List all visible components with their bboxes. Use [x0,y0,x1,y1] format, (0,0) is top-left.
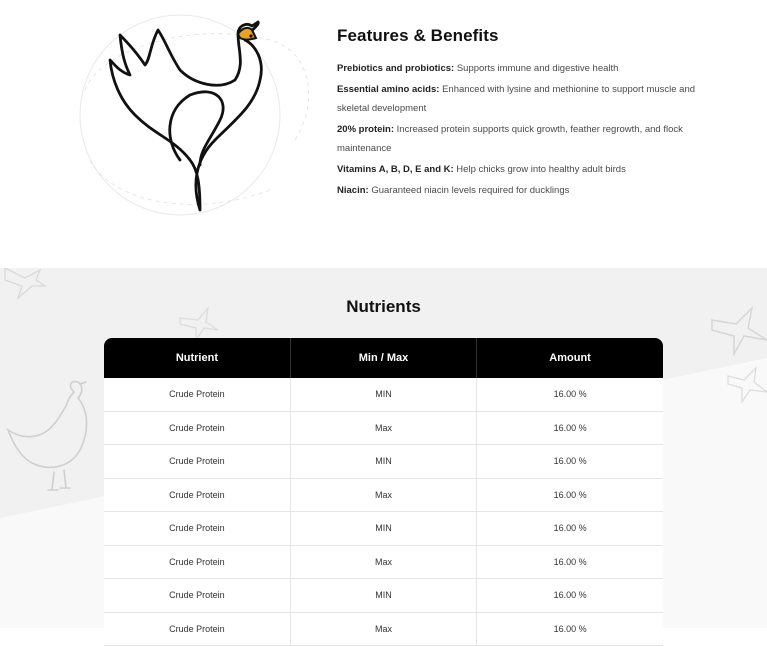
features-title: Features & Benefits [337,26,499,45]
hero-section: Features & Benefits Prebiotics and probi… [0,0,767,268]
nutrients-table: Nutrient Min / Max Amount Crude Protein … [104,338,663,646]
min-max-cell: Max [290,478,478,512]
nutrient-cell: Crude Protein [104,444,291,479]
table-row: Crude Protein MIN 16.00 % [104,378,663,412]
feature-item: Niacin: Guaranteed niacin levels require… [337,185,570,196]
column-header-min-max: Min / Max [290,338,478,378]
features-panel: Features & Benefits Prebiotics and probi… [337,26,717,202]
nutrients-title: Nutrients [346,297,421,316]
min-max-cell: Max [290,545,478,579]
chicken-outline-icon [6,380,88,491]
nutrient-cell: Crude Protein [104,478,291,512]
min-max-cell: Max [290,411,478,445]
amount-cell: 16.00 % [476,378,663,412]
chicken-line-art-icon [79,14,310,216]
min-max-cell: MIN [290,378,478,412]
nutrients-section: Nutrients Nutrient Min / Max Amount Crud… [0,268,767,646]
feature-item: Prebiotics and probiotics: Supports immu… [337,63,619,74]
table-row: Crude Protein Max 16.00 % [104,545,663,579]
amount-cell: 16.00 % [476,578,663,613]
table-row: Crude Protein Max 16.00 % [104,411,663,445]
amount-cell: 16.00 % [476,444,663,479]
amount-cell: 16.00 % [476,411,663,445]
column-header-nutrient: Nutrient [104,338,291,378]
table-row: Crude Protein Max 16.00 % [104,478,663,512]
feature-item: Essential amino acids: Enhanced with lys… [337,84,696,114]
table-row: Crude Protein Max 16.00 % [104,612,663,646]
amount-cell: 16.00 % [476,612,663,646]
feature-item: Vitamins A, B, D, E and K: Help chicks g… [337,164,626,175]
table-header-row: Nutrient Min / Max Amount [104,338,663,378]
min-max-cell: MIN [290,444,478,479]
nutrient-cell: Crude Protein [104,378,291,412]
nutrient-cell: Crude Protein [104,612,291,646]
table-row: Crude Protein MIN 16.00 % [104,444,663,479]
amount-cell: 16.00 % [476,478,663,512]
nutrient-cell: Crude Protein [104,545,291,579]
amount-cell: 16.00 % [476,511,663,546]
table-row: Crude Protein MIN 16.00 % [104,578,663,613]
amount-cell: 16.00 % [476,545,663,579]
nutrient-cell: Crude Protein [104,411,291,445]
min-max-cell: MIN [290,578,478,613]
min-max-cell: Max [290,612,478,646]
table-row: Crude Protein MIN 16.00 % [104,511,663,546]
airplane-icon [4,268,48,301]
min-max-cell: MIN [290,511,478,546]
column-header-amount: Amount [476,338,663,378]
nutrient-cell: Crude Protein [104,511,291,546]
feature-item: 20% protein: Increased protein supports … [337,124,683,154]
nutrient-cell: Crude Protein [104,578,291,613]
